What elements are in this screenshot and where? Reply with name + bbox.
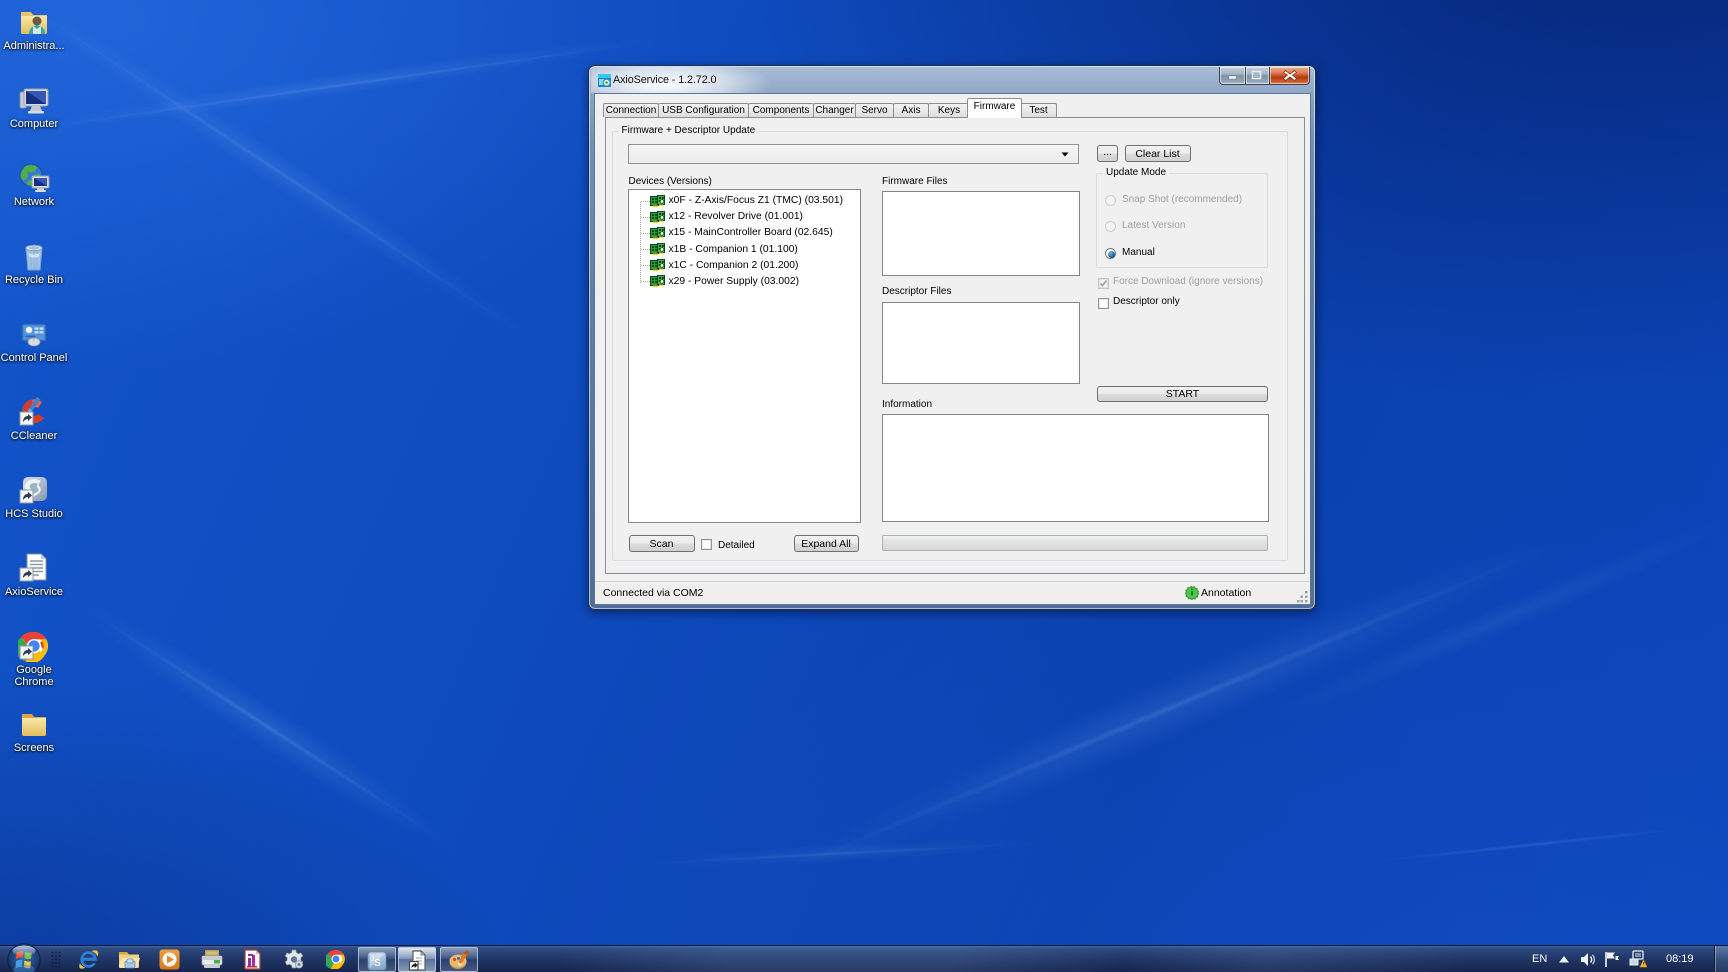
svg-text:J: J (371, 956, 375, 963)
svg-text:S: S (374, 958, 381, 969)
